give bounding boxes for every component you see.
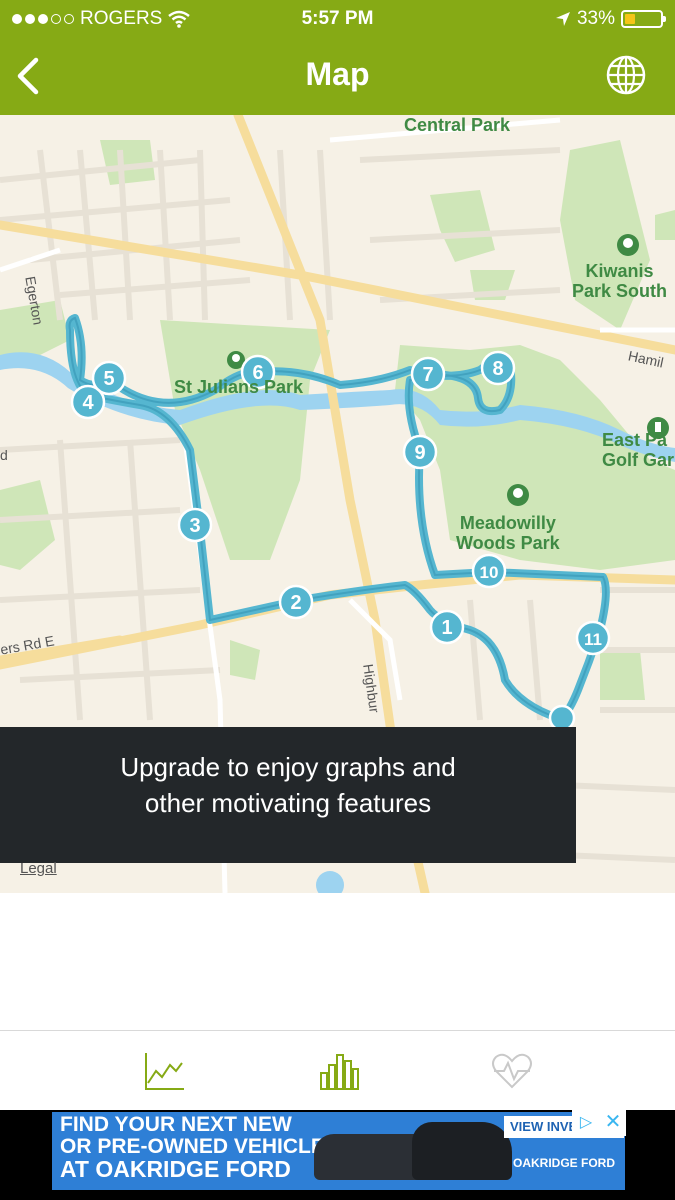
route-marker-label: 2 xyxy=(290,592,301,614)
ad-headline: FIND YOUR NEXT NEW OR PRE-OWNED VEHICLE … xyxy=(60,1113,325,1182)
route-marker-label: 11 xyxy=(584,630,602,649)
d-road-label: d xyxy=(0,447,8,463)
route-marker-label: 5 xyxy=(103,368,114,390)
meadowilly-label: Meadowilly Woods Park xyxy=(456,513,560,553)
route-marker-label: 7 xyxy=(422,364,433,386)
line-graph-icon[interactable] xyxy=(142,1049,186,1093)
central-park-label: Central Park xyxy=(404,115,511,135)
st-julians-label: St Julians Park xyxy=(174,377,304,397)
close-icon[interactable]: ✕ xyxy=(600,1110,626,1136)
status-bar: ROGERS 5:57 PM 33% xyxy=(0,0,675,38)
ad-line-2: OR PRE-OWNED VEHICLE xyxy=(60,1135,325,1158)
bar-chart-icon[interactable] xyxy=(316,1049,360,1093)
page-title: Map xyxy=(305,56,370,92)
upgrade-line-1: Upgrade to enjoy graphs and xyxy=(120,752,456,782)
ad-creative[interactable]: FIND YOUR NEXT NEW OR PRE-OWNED VEHICLE … xyxy=(52,1112,625,1190)
tab-bar xyxy=(0,1030,675,1110)
ad-brand: OAKRIDGE FORD xyxy=(513,1156,615,1170)
route-marker-label: 1 xyxy=(441,617,452,639)
location-arrow-icon xyxy=(555,12,570,26)
globe-icon[interactable] xyxy=(605,54,647,96)
ad-line-3: AT OAKRIDGE FORD xyxy=(60,1156,291,1182)
route-marker-label: 9 xyxy=(414,442,425,464)
nav-bar: Map xyxy=(0,38,675,115)
truck-image xyxy=(412,1122,512,1180)
east-park-label: East Pa Golf Gar xyxy=(602,430,675,470)
adchoices-icon[interactable]: ▷ xyxy=(572,1110,600,1136)
upgrade-banner[interactable]: Upgrade to enjoy graphs and other motiva… xyxy=(0,727,576,863)
route-marker-label: 4 xyxy=(82,392,94,414)
upgrade-line-2: other motivating features xyxy=(144,788,432,818)
route-marker-label: 3 xyxy=(189,515,200,537)
route-marker-label: 8 xyxy=(492,358,503,380)
battery-icon xyxy=(621,10,666,28)
map-view[interactable]: 1 2 3 4 5 6 7 8 9 10 11 Central Park Kiwanis Park … xyxy=(0,115,675,893)
route-marker-label: 10 xyxy=(480,563,499,582)
heart-rate-icon[interactable] xyxy=(490,1049,534,1093)
kiwanis-label: Kiwanis Park South xyxy=(572,261,668,301)
battery-percent: 33% xyxy=(576,8,615,29)
ad-line-1: FIND YOUR NEXT NEW xyxy=(60,1113,292,1136)
battery-group: 33% xyxy=(555,8,666,30)
legal-link[interactable]: Legal xyxy=(20,860,57,877)
ad-banner[interactable]: FIND YOUR NEXT NEW OR PRE-OWNED VEHICLE … xyxy=(0,1110,675,1200)
